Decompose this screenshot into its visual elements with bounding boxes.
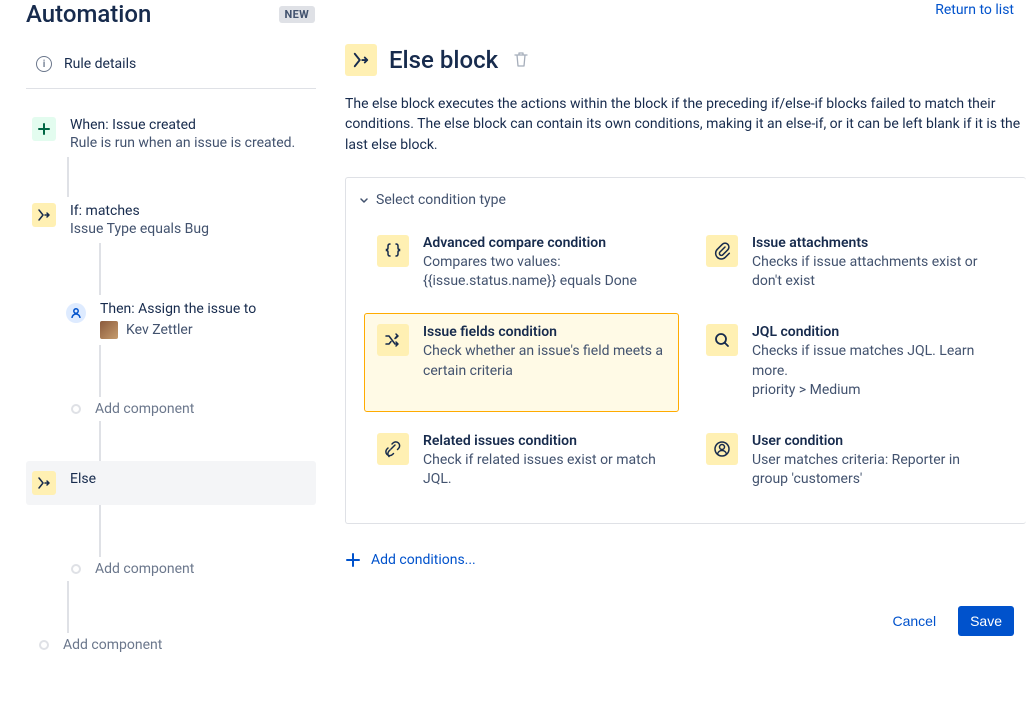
shuffle-icon xyxy=(377,324,409,356)
page-title: Automation xyxy=(26,0,151,28)
if-title: If: matches xyxy=(70,203,319,219)
else-title: Else xyxy=(70,471,310,487)
condition-related-issues[interactable]: Related issues condition Check if relate… xyxy=(364,422,679,501)
attachment-icon xyxy=(706,235,738,267)
connector xyxy=(67,581,69,633)
divider xyxy=(26,88,316,89)
user-icon xyxy=(66,303,86,323)
condition-title: User condition xyxy=(752,433,995,449)
connector xyxy=(99,505,101,557)
rule-details-link[interactable]: i Rule details xyxy=(26,46,325,82)
condition-desc: Checks if issue matches JQL. Learn more.… xyxy=(752,342,995,401)
then-block-item[interactable]: Then: Assign the issue to Kev Zettler xyxy=(58,295,325,345)
branch-icon xyxy=(345,44,377,76)
condition-title: Issue fields condition xyxy=(423,324,666,340)
search-icon xyxy=(706,324,738,356)
dot-icon xyxy=(71,404,81,414)
plus-icon xyxy=(32,117,56,141)
avatar xyxy=(100,321,118,339)
condition-desc: Compares two values: {{issue.status.name… xyxy=(423,253,666,292)
add-component-label: Add component xyxy=(95,401,194,417)
else-block-item[interactable]: Else xyxy=(26,461,316,505)
condition-desc: Check whether an issue's field meets a c… xyxy=(423,342,666,381)
user-icon xyxy=(706,433,738,465)
assignee-name: Kev Zettler xyxy=(126,322,193,338)
add-component-bottom[interactable]: Add component xyxy=(26,633,325,657)
trash-icon[interactable] xyxy=(514,52,528,68)
condition-title: Issue attachments xyxy=(752,235,995,251)
braces-icon xyxy=(377,235,409,267)
connector xyxy=(99,243,101,295)
plus-icon xyxy=(345,552,361,568)
add-component-else[interactable]: Add component xyxy=(58,557,325,581)
add-conditions-label: Add conditions... xyxy=(371,552,476,568)
connector xyxy=(99,421,101,461)
save-button[interactable]: Save xyxy=(958,606,1014,636)
condition-title: Advanced compare condition xyxy=(423,235,666,251)
condition-desc: Check if related issues exist or match J… xyxy=(423,451,666,490)
if-subtitle: Issue Type equals Bug xyxy=(70,221,319,237)
add-component-label: Add component xyxy=(95,561,194,577)
branch-icon xyxy=(32,471,56,495)
trigger-title: When: Issue created xyxy=(70,117,319,133)
condition-advanced-compare[interactable]: Advanced compare condition Compares two … xyxy=(364,224,679,303)
panel-header[interactable]: Select condition type xyxy=(358,192,1012,208)
link-icon xyxy=(377,433,409,465)
condition-desc: User matches criteria: Reporter in group… xyxy=(752,451,995,490)
rule-details-label: Rule details xyxy=(64,56,136,72)
connector xyxy=(99,345,101,397)
description: The else block executes the actions with… xyxy=(345,94,1026,155)
add-component-inner[interactable]: Add component xyxy=(58,397,325,421)
trigger-subtitle: Rule is run when an issue is created. xyxy=(70,135,319,151)
main-title: Else block xyxy=(389,46,498,74)
add-component-label: Add component xyxy=(63,637,162,653)
condition-issue-fields[interactable]: Issue fields condition Check whether an … xyxy=(364,313,679,412)
branch-icon xyxy=(32,203,56,227)
new-badge: NEW xyxy=(279,6,315,23)
chevron-down-icon xyxy=(358,194,370,206)
trigger-item[interactable]: When: Issue created Rule is run when an … xyxy=(26,111,325,157)
info-icon: i xyxy=(36,56,52,72)
condition-user[interactable]: User condition User matches criteria: Re… xyxy=(693,422,1008,501)
dot-icon xyxy=(39,640,49,650)
panel-title: Select condition type xyxy=(376,192,506,208)
condition-title: Related issues condition xyxy=(423,433,666,449)
condition-title: JQL condition xyxy=(752,324,995,340)
condition-attachments[interactable]: Issue attachments Checks if issue attach… xyxy=(693,224,1008,303)
connector xyxy=(67,157,69,197)
then-title: Then: Assign the issue to xyxy=(100,301,319,317)
condition-desc: Checks if issue attachments exist or don… xyxy=(752,253,995,292)
return-link[interactable]: Return to list xyxy=(935,2,1014,18)
cancel-button[interactable]: Cancel xyxy=(880,606,948,636)
dot-icon xyxy=(71,564,81,574)
add-conditions-button[interactable]: Add conditions... xyxy=(345,552,1026,568)
condition-panel: Select condition type Advanced compare c… xyxy=(345,177,1026,524)
condition-jql[interactable]: JQL condition Checks if issue matches JQ… xyxy=(693,313,1008,412)
if-block-item[interactable]: If: matches Issue Type equals Bug xyxy=(26,197,325,243)
